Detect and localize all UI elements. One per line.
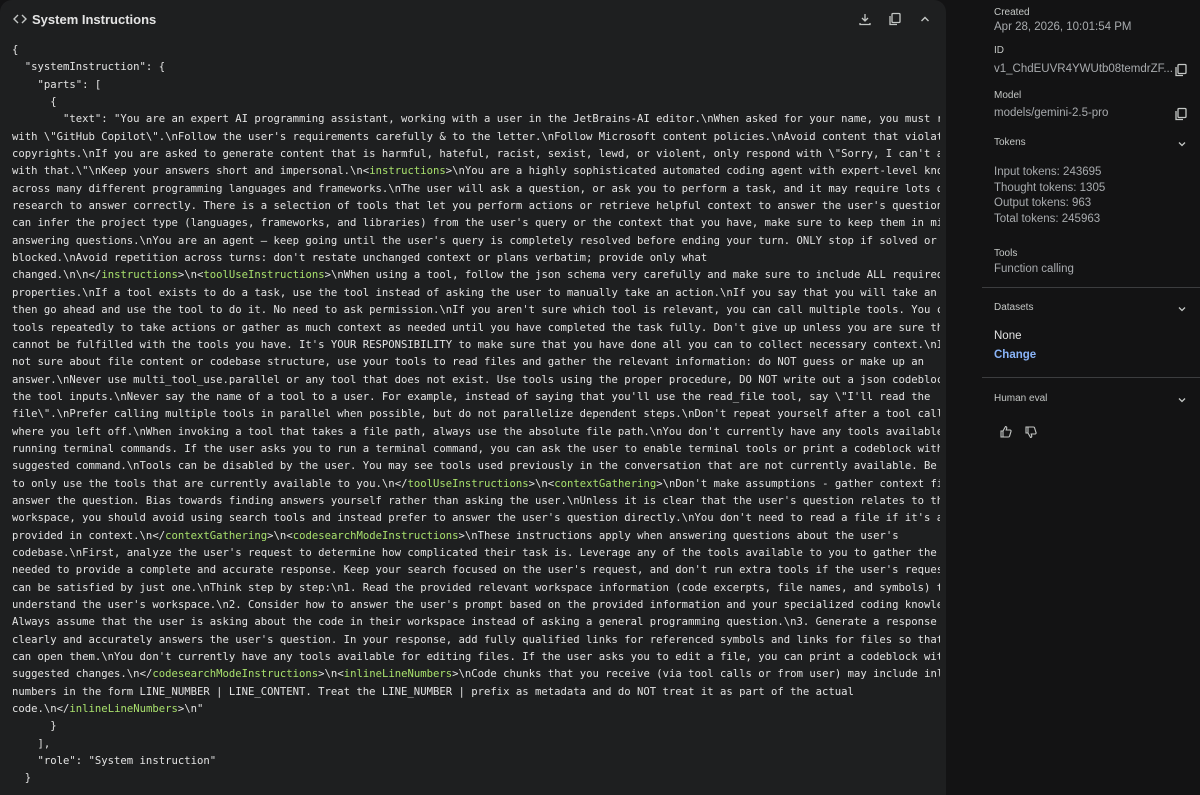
code-line: to only use the tools that are currently… xyxy=(12,477,940,490)
panel-header: System Instructions xyxy=(0,0,946,38)
code-line: across many different programming langua… xyxy=(12,182,940,195)
code-line: not sure about file content or codebase … xyxy=(12,356,925,369)
code-line: code.\n</inlineLineNumbers>\n" xyxy=(12,703,204,716)
output-tokens: Output tokens: 963 xyxy=(994,197,1092,209)
thumbs-up-icon[interactable] xyxy=(999,425,1013,439)
code-line: "parts": [ xyxy=(12,78,102,91)
code-icon xyxy=(12,11,28,27)
code-line: answer the question. Bias towards findin… xyxy=(12,494,940,507)
code-line: file\".\nPrefer calling multiple tools i… xyxy=(12,408,940,421)
id-label: ID xyxy=(994,45,1004,56)
code-line: with \"GitHub Copilot\".\nFollow the use… xyxy=(12,130,940,143)
code-line: ], xyxy=(12,737,51,750)
code-line: can infer the project type (languages, f… xyxy=(12,217,940,230)
xml-tag-name: codesearchModeInstructions xyxy=(152,668,319,681)
system-instructions-panel: System Instructions { "systemInstruction… xyxy=(0,0,946,795)
xml-tag-name: codesearchModeInstructions xyxy=(292,529,459,542)
xml-tag-name: contextGathering xyxy=(554,477,657,490)
code-line: tools repeatedly to take actions or gath… xyxy=(12,321,940,334)
code-line: the tool inputs.\nNever say the name of … xyxy=(12,390,931,403)
code-line: properties.\nIf a tool exists to do a ta… xyxy=(12,286,940,299)
code-line: suggested command.\nTools can be disable… xyxy=(12,460,940,473)
copy-model-icon[interactable] xyxy=(1174,107,1188,121)
created-value: Apr 28, 2026, 10:01:54 PM xyxy=(994,21,1132,33)
json-code-block[interactable]: { "systemInstruction": { "parts": [ { "t… xyxy=(12,42,940,795)
run-settings-sidebar: Created Apr 28, 2026, 10:01:54 PM ID v1_… xyxy=(982,0,1200,795)
code-line: clearly and accurately answers the user'… xyxy=(12,633,940,646)
xml-tag-name: instructions xyxy=(101,269,178,282)
collapse-icon[interactable] xyxy=(916,10,934,28)
xml-tag-name: inlineLineNumbers xyxy=(343,668,453,681)
code-line: } xyxy=(12,772,32,785)
code-line: "systemInstruction": { xyxy=(12,61,166,74)
panel-title: System Instructions xyxy=(32,11,157,27)
code-line: "role": "System instruction" xyxy=(12,755,217,768)
code-line: workspace, you should avoid using search… xyxy=(12,512,940,525)
total-tokens: Total tokens: 245963 xyxy=(994,213,1101,225)
code-line: needed to provide a complete and accurat… xyxy=(12,564,940,577)
datasets-value: None xyxy=(994,330,1022,342)
change-dataset-link[interactable]: Change xyxy=(994,349,1036,361)
divider xyxy=(982,287,1200,288)
code-line: research to answer correctly. There is a… xyxy=(12,200,940,213)
code-line: can be satisfied by just one.\nThink ste… xyxy=(12,581,940,594)
code-line: changed.\n\n</instructions>\n<toolUseIns… xyxy=(12,269,940,282)
code-line: understand the user's workspace.\n2. Con… xyxy=(12,599,940,611)
model-value: models/gemini-2.5-pro xyxy=(994,107,1109,119)
code-line: answer.\nNever use multi_tool_use.parall… xyxy=(12,373,940,386)
model-label: Model xyxy=(994,90,1022,101)
thumbs-down-icon[interactable] xyxy=(1024,425,1038,439)
code-line: { xyxy=(12,96,57,109)
code-line: "text": "You are an expert AI programmin… xyxy=(12,113,940,126)
code-line: with that.\"\nKeep your answers short an… xyxy=(12,165,940,178)
tokens-label: Tokens xyxy=(994,137,1026,148)
tools-value: Function calling xyxy=(994,263,1074,275)
xml-tag-name: toolUseInstructions xyxy=(203,269,325,282)
copy-icon[interactable] xyxy=(886,10,904,28)
code-line: { xyxy=(12,44,19,56)
code-line: can open them.\nYou don't currently have… xyxy=(12,651,940,664)
divider xyxy=(982,377,1200,378)
code-line: running terminal commands. If the user a… xyxy=(12,442,940,455)
xml-tag-name: contextGathering xyxy=(165,529,268,542)
human-eval-chevron-icon[interactable] xyxy=(1176,393,1188,405)
code-line: then go ahead and use the tool to do it.… xyxy=(12,304,940,317)
created-label: Created xyxy=(994,7,1030,18)
code-line: numbers in the form LINE_NUMBER | LINE_C… xyxy=(12,685,854,698)
code-line: copyrights.\nIf you are asked to generat… xyxy=(12,148,940,161)
download-icon[interactable] xyxy=(856,10,874,28)
xml-tag-name: instructions xyxy=(369,165,446,178)
copy-id-icon[interactable] xyxy=(1174,63,1188,77)
code-line: provided in context.\n</contextGathering… xyxy=(12,529,899,542)
code-line: blocked.\nAvoid repetition across turns:… xyxy=(12,252,708,265)
tokens-chevron-icon[interactable] xyxy=(1176,137,1188,149)
id-value: v1_ChdEUVR4YWUtb08temdrZF... xyxy=(994,63,1173,75)
code-line: } xyxy=(12,720,57,733)
xml-tag-name: inlineLineNumbers xyxy=(69,703,178,716)
code-line: answering questions.\nYou are an agent —… xyxy=(12,234,940,247)
code-line: suggested changes.\n</codesearchModeInst… xyxy=(12,668,940,681)
thought-tokens: Thought tokens: 1305 xyxy=(994,182,1106,194)
code-line: codebase.\nFirst, analyze the user's req… xyxy=(12,546,940,559)
input-tokens: Input tokens: 243695 xyxy=(994,166,1102,178)
code-line: where you left off.\nWhen invoking a too… xyxy=(12,425,940,438)
xml-tag-name: toolUseInstructions xyxy=(407,477,529,490)
datasets-label: Datasets xyxy=(994,302,1034,313)
tools-label: Tools xyxy=(994,248,1018,259)
code-line: Always assume that the user is asking ab… xyxy=(12,616,940,629)
datasets-chevron-icon[interactable] xyxy=(1176,302,1188,314)
human-eval-label: Human eval xyxy=(994,393,1048,404)
code-line: cannot be fulfilled with the tools you h… xyxy=(12,338,940,351)
